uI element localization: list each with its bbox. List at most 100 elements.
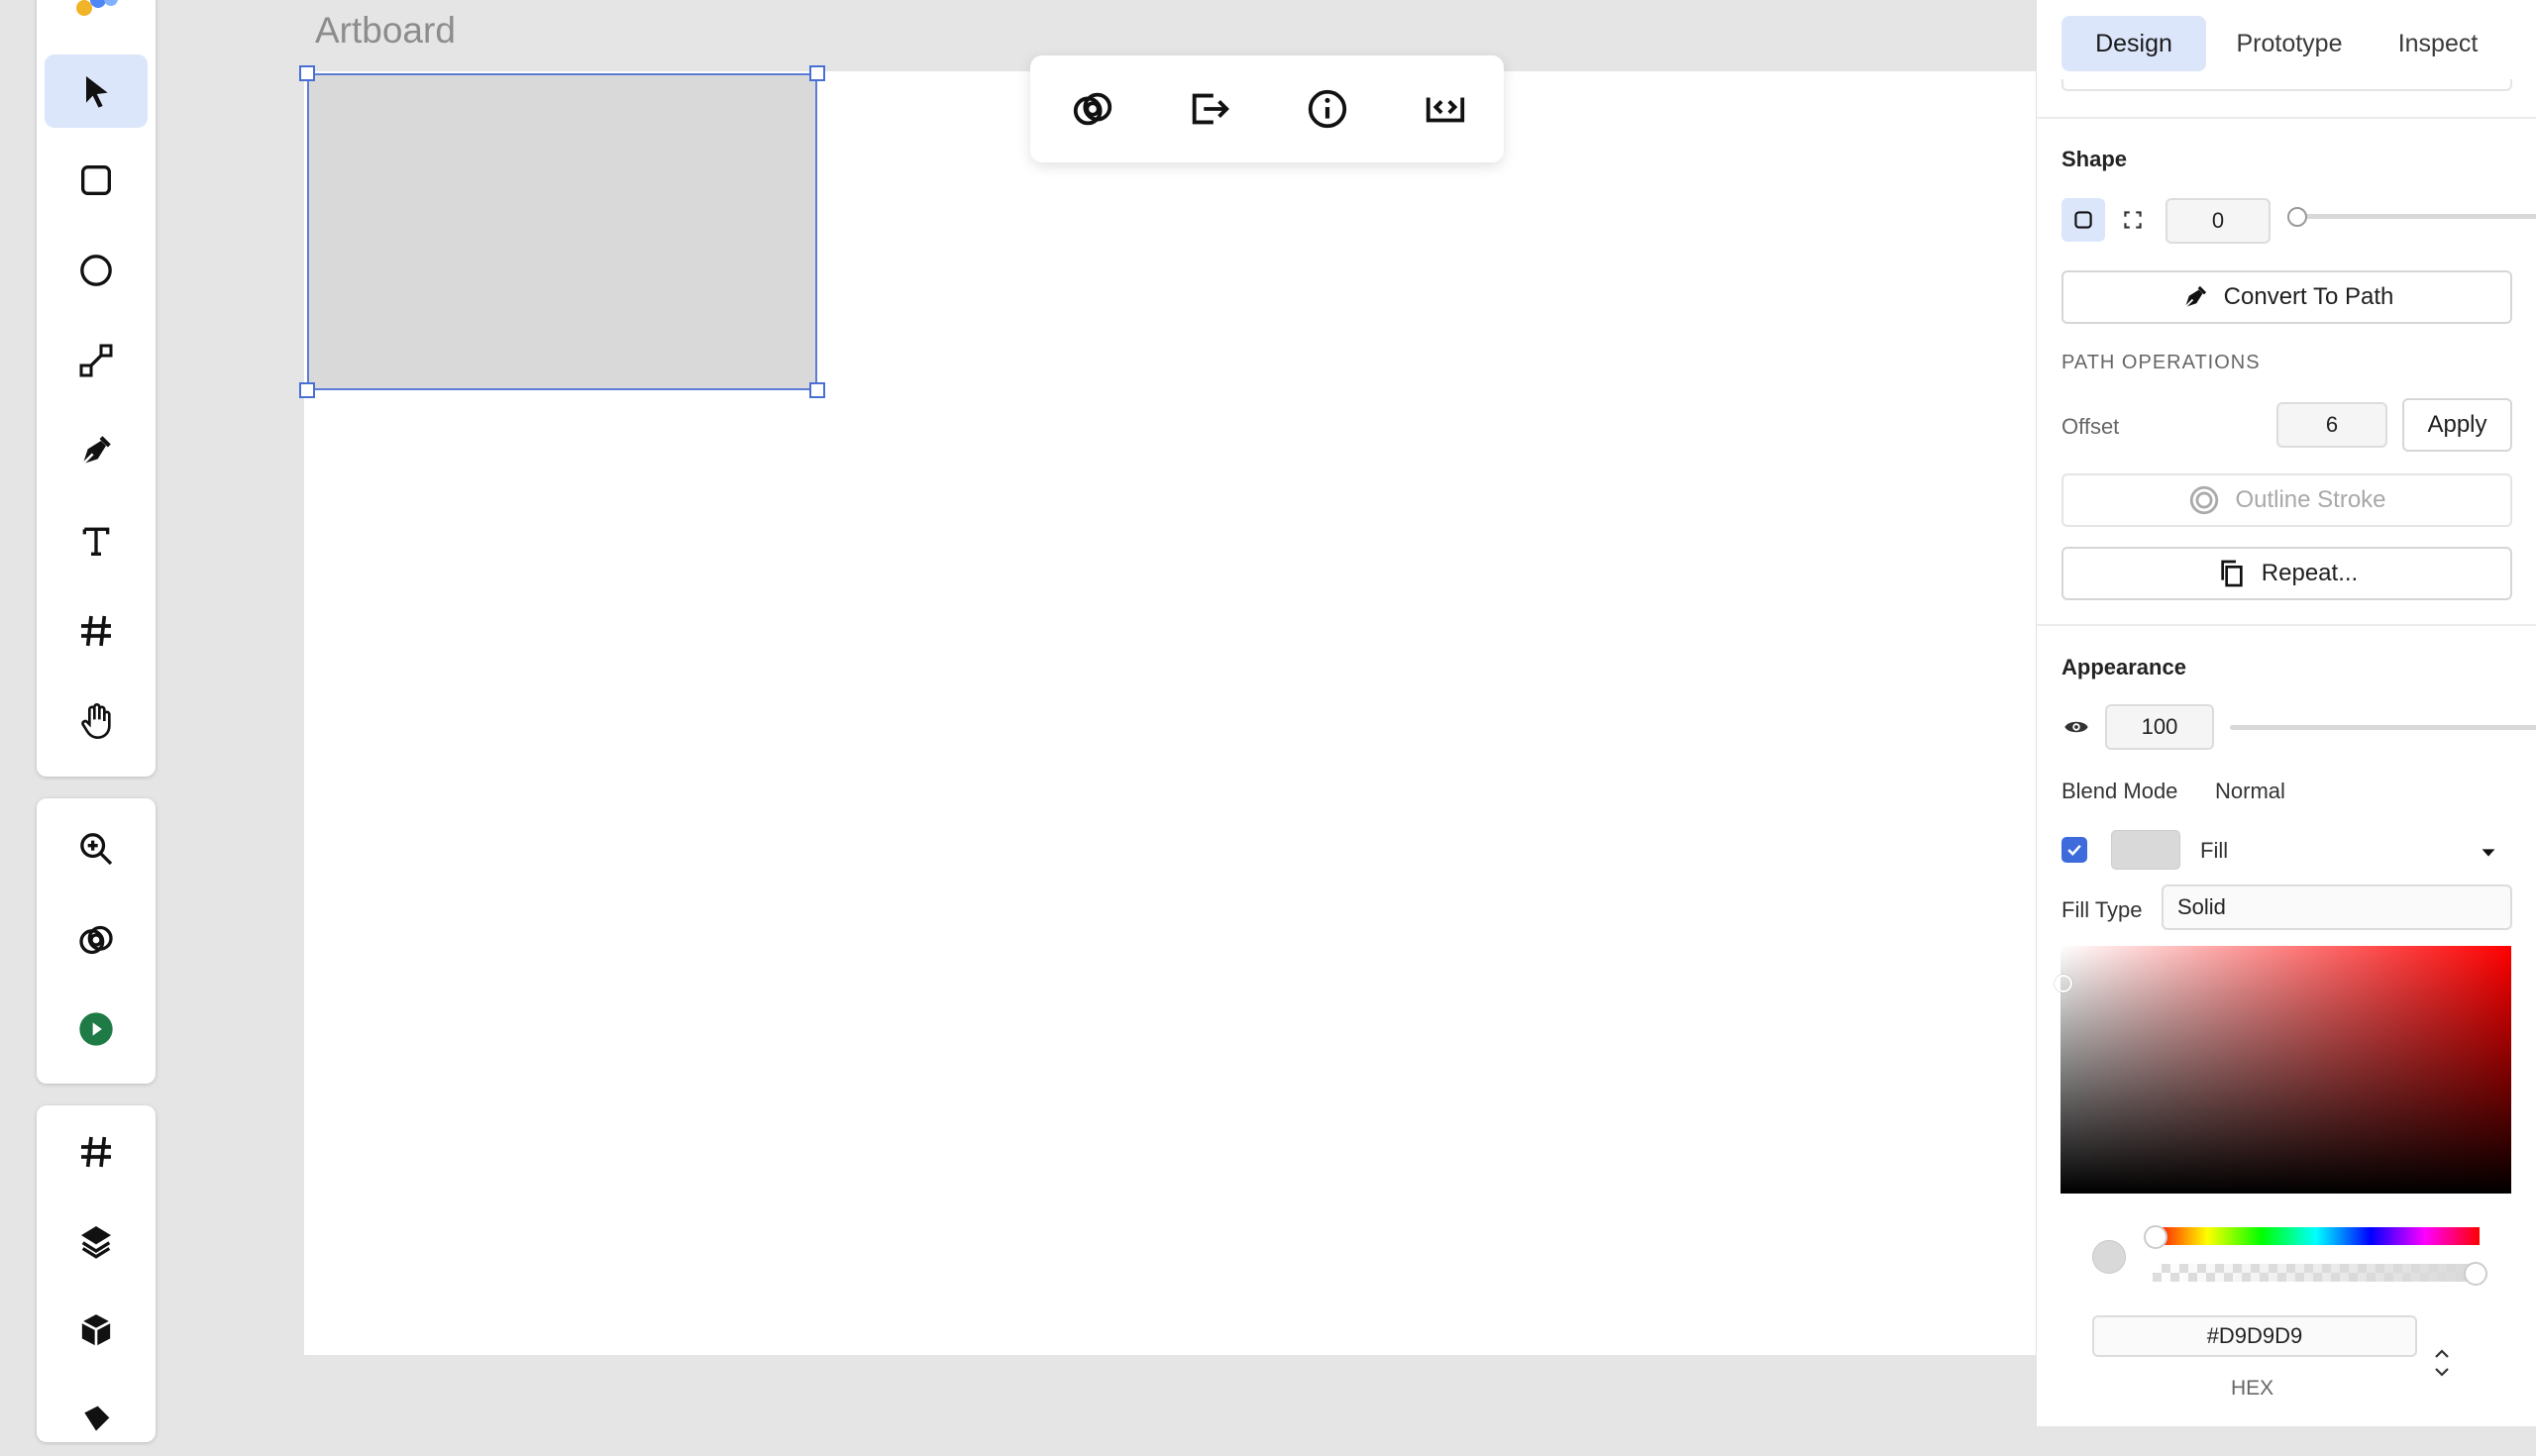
layers-panel-button[interactable] [45, 1204, 148, 1278]
current-color-preview [2092, 1240, 2126, 1274]
hex-format-label: HEX [2231, 1377, 2274, 1400]
convert-to-path-label: Convert To Path [2223, 283, 2394, 310]
hand-icon [81, 703, 111, 740]
hash-icon [81, 1136, 111, 1168]
more-panel-button[interactable] [45, 1383, 148, 1456]
hash-icon [81, 615, 111, 647]
shape-section-title: Shape [2061, 147, 2128, 171]
alpha-slider-knob[interactable] [2464, 1262, 2487, 1286]
code-icon [1426, 97, 1465, 123]
boolean-operations-button[interactable] [1069, 85, 1116, 133]
info-button[interactable] [1304, 85, 1351, 133]
alpha-slider[interactable] [2153, 1264, 2480, 1282]
text-icon [82, 527, 110, 556]
blend-mode-label: Blend Mode [2061, 779, 2178, 803]
tab-prototype[interactable]: Prototype [2213, 16, 2366, 71]
tab-inspect[interactable]: Inspect [2374, 16, 2502, 71]
copy-icon [2221, 560, 2243, 587]
zoom-tool[interactable] [45, 812, 148, 885]
corners-icon [2124, 211, 2142, 229]
boolean-icon [1073, 92, 1112, 126]
boolean-icon [79, 925, 113, 955]
visibility-toggle[interactable] [2061, 712, 2091, 742]
repeat-button[interactable]: Repeat... [2061, 547, 2512, 600]
tab-design[interactable]: Design [2061, 16, 2206, 71]
corner-radius-slider-knob[interactable] [2287, 207, 2307, 227]
color-format-toggle[interactable] [2430, 1343, 2454, 1383]
independent-corners-toggle[interactable] [2111, 198, 2155, 242]
hue-slider[interactable] [2153, 1227, 2480, 1245]
opacity-slider[interactable] [2230, 725, 2536, 730]
line-icon [79, 344, 113, 377]
fill-dropdown-chevron[interactable] [2478, 842, 2499, 869]
frame-tool[interactable] [45, 594, 148, 668]
offset-label: Offset [2061, 414, 2120, 439]
path-operations-title: PATH OPERATIONS [2061, 352, 2261, 373]
floating-toolbar [1030, 55, 1504, 162]
tag-icon [84, 1405, 110, 1431]
pen-tool[interactable] [45, 414, 148, 487]
pen-icon [2184, 285, 2206, 308]
hand-tool[interactable] [45, 684, 148, 758]
export-button[interactable] [1186, 85, 1233, 133]
code-button[interactable] [1422, 85, 1469, 133]
outline-stroke-label: Outline Stroke [2235, 486, 2386, 513]
resize-handle-bottom-left[interactable] [299, 382, 315, 398]
line-tool[interactable] [45, 324, 148, 397]
fill-type-select[interactable]: Solid [2162, 884, 2512, 930]
resize-handle-top-right[interactable] [809, 65, 825, 81]
hue-slider-knob[interactable] [2144, 1225, 2167, 1249]
fill-type-value: Solid [2177, 894, 2226, 919]
layers-icon [81, 1226, 111, 1259]
corner-radius-slider[interactable] [2296, 214, 2536, 219]
blend-mode-select[interactable]: Normal [2215, 779, 2285, 804]
rectangle-corner-toggle[interactable] [2061, 198, 2105, 242]
appearance-section-title: Appearance [2061, 655, 2186, 679]
play-icon [79, 1012, 113, 1046]
selected-rectangle[interactable] [307, 73, 817, 390]
color-area-cursor[interactable] [2055, 975, 2072, 992]
fill-label: Fill [2200, 838, 2229, 863]
fill-type-label: Fill Type [2061, 897, 2143, 922]
fill-color-swatch[interactable] [2111, 830, 2180, 870]
resize-handle-top-left[interactable] [299, 65, 315, 81]
repeat-label: Repeat... [2261, 560, 2359, 586]
boolean-tool[interactable] [45, 903, 148, 977]
outline-stroke-icon [2190, 485, 2219, 515]
convert-to-path-button[interactable]: Convert To Path [2061, 270, 2512, 324]
fill-enabled-checkbox[interactable] [2061, 837, 2087, 863]
rounded-square-icon [2074, 211, 2092, 229]
design-panel: Design Prototype Inspect Shape 0 Convert… [2036, 0, 2536, 1426]
saturation-value-picker[interactable] [2060, 946, 2511, 1194]
outline-stroke-button[interactable]: Outline Stroke [2061, 473, 2512, 527]
text-tool[interactable] [45, 504, 148, 577]
checkmark-icon [2067, 844, 2081, 856]
app-logo [76, 0, 118, 20]
ellipse-tool[interactable] [45, 234, 148, 307]
offset-input[interactable]: 6 [2276, 402, 2387, 448]
assets-panel-button[interactable] [45, 1294, 148, 1367]
artboard-label[interactable]: Artboard [315, 10, 456, 52]
export-icon [1192, 93, 1229, 125]
collapsed-field [2061, 79, 2512, 91]
panels-toolbar [37, 1105, 156, 1442]
info-icon [1308, 89, 1347, 129]
up-down-chevron-icon [2435, 1349, 2449, 1377]
rectangle-icon [81, 165, 111, 195]
main-toolbar [37, 0, 156, 777]
play-button[interactable] [45, 992, 148, 1066]
frames-panel-button[interactable] [45, 1115, 148, 1189]
eye-icon [2064, 721, 2088, 733]
resize-handle-bottom-right[interactable] [809, 382, 825, 398]
cursor-icon [86, 76, 108, 108]
select-tool[interactable] [45, 54, 148, 128]
rectangle-tool[interactable] [45, 144, 148, 217]
apply-offset-button[interactable]: Apply [2402, 398, 2512, 452]
hex-input[interactable]: #D9D9D9 [2092, 1315, 2417, 1357]
caret-down-icon [2482, 849, 2495, 857]
cube-icon [81, 1314, 111, 1346]
opacity-input[interactable]: 100 [2105, 704, 2214, 750]
ellipse-icon [80, 255, 112, 286]
corner-radius-input[interactable]: 0 [2166, 198, 2271, 244]
pen-icon [81, 436, 111, 466]
